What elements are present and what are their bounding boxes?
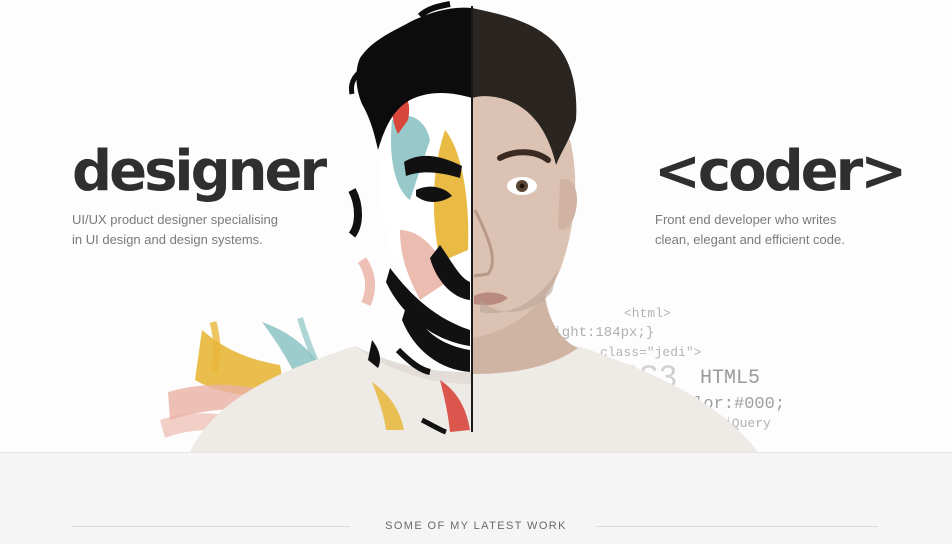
coder-heading: <coder> xyxy=(654,139,907,204)
hero-section: <html> eight:184px;} class="jedi"> SS3 H… xyxy=(0,0,952,452)
divider-right xyxy=(596,526,878,527)
coder-description-line2: clean, elegant and efficient code. xyxy=(655,232,845,247)
designer-heading: designer xyxy=(72,139,327,204)
designer-description: UI/UX product designer specialising in U… xyxy=(72,210,312,250)
coder-description: Front end developer who writes clean, el… xyxy=(655,210,895,250)
designer-description-line2: in UI design and design systems. xyxy=(72,232,263,247)
ear xyxy=(558,179,578,230)
latest-work-section: SOME OF MY LATEST WORK xyxy=(0,452,952,544)
designer-description-line1: UI/UX product designer specialising xyxy=(72,212,278,227)
coder-description-line1: Front end developer who writes xyxy=(655,212,837,227)
